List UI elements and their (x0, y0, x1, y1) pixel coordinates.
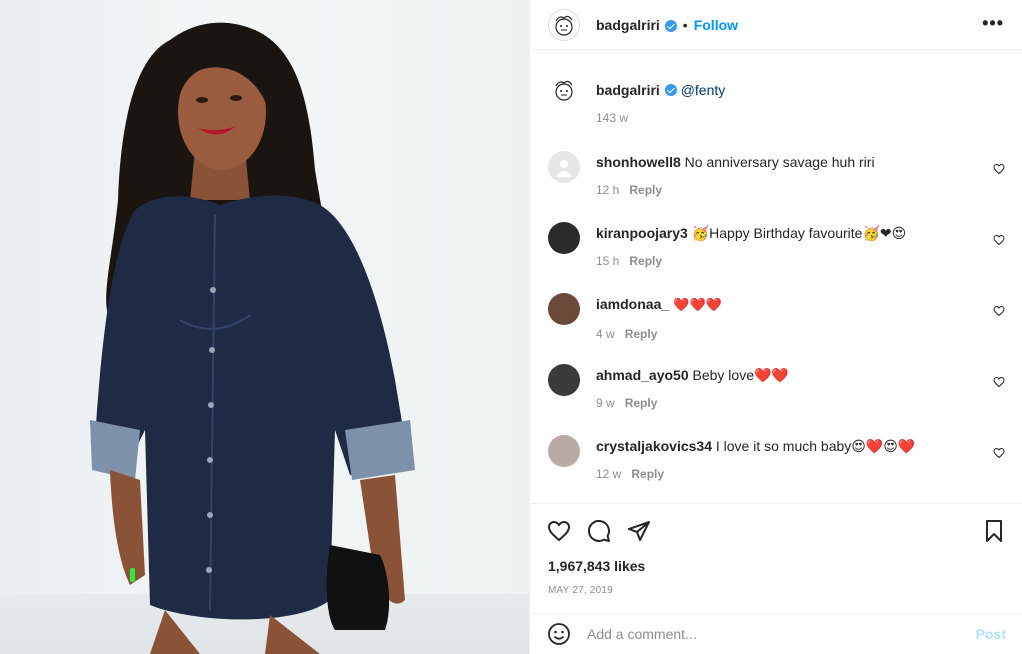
comment-item: kiranpoojary3 🥳Happy Birthday favourite🥳… (548, 222, 1005, 268)
share-icon[interactable] (627, 519, 651, 543)
sketch-face-icon (555, 80, 573, 101)
heart-icon[interactable] (993, 376, 1005, 388)
add-comment-bar: Post (531, 613, 1022, 654)
likes-count[interactable]: 1,967,843 likes (548, 558, 645, 574)
avatar[interactable] (548, 8, 580, 41)
avatar[interactable] (548, 435, 580, 467)
comment-item: shonhowell8 No anniversary savage huh ri… (548, 151, 1005, 197)
comment-text: 🥳Happy Birthday favourite🥳❤😍 (687, 225, 907, 241)
comment-item: iamdonaa_ ❤️❤️❤️ 4 w Reply (548, 293, 1005, 341)
comment-text: I love it so much baby😍❤️😍❤️ (711, 438, 916, 454)
reply-button[interactable]: Reply (625, 396, 658, 410)
caption-mention[interactable]: @fenty (681, 82, 726, 98)
reply-button[interactable]: Reply (625, 327, 658, 341)
action-bar (531, 503, 1022, 557)
post-comment-button[interactable]: Post (976, 626, 1006, 642)
reply-button[interactable]: Reply (629, 254, 662, 268)
comment-text: No anniversary savage huh riri (680, 154, 875, 170)
person-illustration (90, 22, 415, 654)
comment-time: 9 w (596, 396, 615, 410)
comment-username[interactable]: ahmad_ayo50 (596, 367, 689, 383)
reply-button[interactable]: Reply (631, 467, 664, 481)
caption: badgalriri @fenty 143 w (548, 74, 1005, 125)
comment-time: 12 w (596, 467, 622, 481)
comment-username[interactable]: crystaljakovics34 (596, 438, 712, 454)
heart-icon[interactable] (993, 447, 1005, 459)
heart-icon[interactable] (993, 305, 1005, 317)
bookmark-icon[interactable] (982, 519, 1006, 543)
avatar[interactable] (548, 74, 580, 106)
comments-list[interactable]: badgalriri @fenty 143 w shonhowell8 No a… (531, 60, 1022, 502)
comment-icon[interactable] (587, 519, 611, 543)
sketch-face-icon (555, 15, 573, 36)
post-date[interactable]: MAY 27, 2019 (548, 585, 613, 596)
caption-time: 143 w (596, 111, 629, 125)
post-username[interactable]: badgalriri (596, 17, 660, 33)
default-avatar-icon (556, 160, 572, 177)
like-heart-icon[interactable] (547, 519, 571, 543)
verified-icon (664, 19, 677, 32)
avatar[interactable] (548, 151, 580, 183)
avatar[interactable] (548, 364, 580, 396)
comment-text: Beby love❤️❤️ (688, 367, 789, 383)
avatar[interactable] (548, 293, 580, 325)
separator-dot: • (682, 16, 688, 33)
comment-time: 12 h (596, 183, 620, 197)
emoji-icon[interactable] (547, 622, 571, 646)
comment-text: ❤️❤️❤️ (669, 298, 722, 313)
verified-icon (664, 84, 677, 96)
comment-username[interactable]: kiranpoojary3 (596, 225, 688, 241)
post-panel: badgalriri • Follow ••• badgalriri @fent… (531, 0, 1022, 654)
comment-username[interactable]: iamdonaa_ (596, 296, 669, 312)
add-comment-input[interactable] (587, 626, 976, 642)
more-options-icon[interactable]: ••• (982, 14, 1004, 32)
follow-button[interactable]: Follow (694, 17, 738, 33)
heart-icon[interactable] (993, 234, 1005, 246)
heart-icon[interactable] (993, 163, 1005, 175)
comment-username[interactable]: shonhowell8 (596, 154, 681, 170)
avatar[interactable] (548, 222, 580, 254)
comment-item: crystaljakovics34 I love it so much baby… (548, 435, 1005, 481)
post-header: badgalriri • Follow ••• (531, 0, 1022, 50)
comment-time: 15 h (596, 254, 620, 268)
caption-username[interactable]: badgalriri (596, 82, 660, 98)
comment-time: 4 w (596, 327, 615, 341)
comment-item: ahmad_ayo50 Beby love❤️❤️ 9 w Reply (548, 364, 1005, 410)
reply-button[interactable]: Reply (629, 183, 662, 197)
post-photo[interactable] (0, 0, 530, 654)
